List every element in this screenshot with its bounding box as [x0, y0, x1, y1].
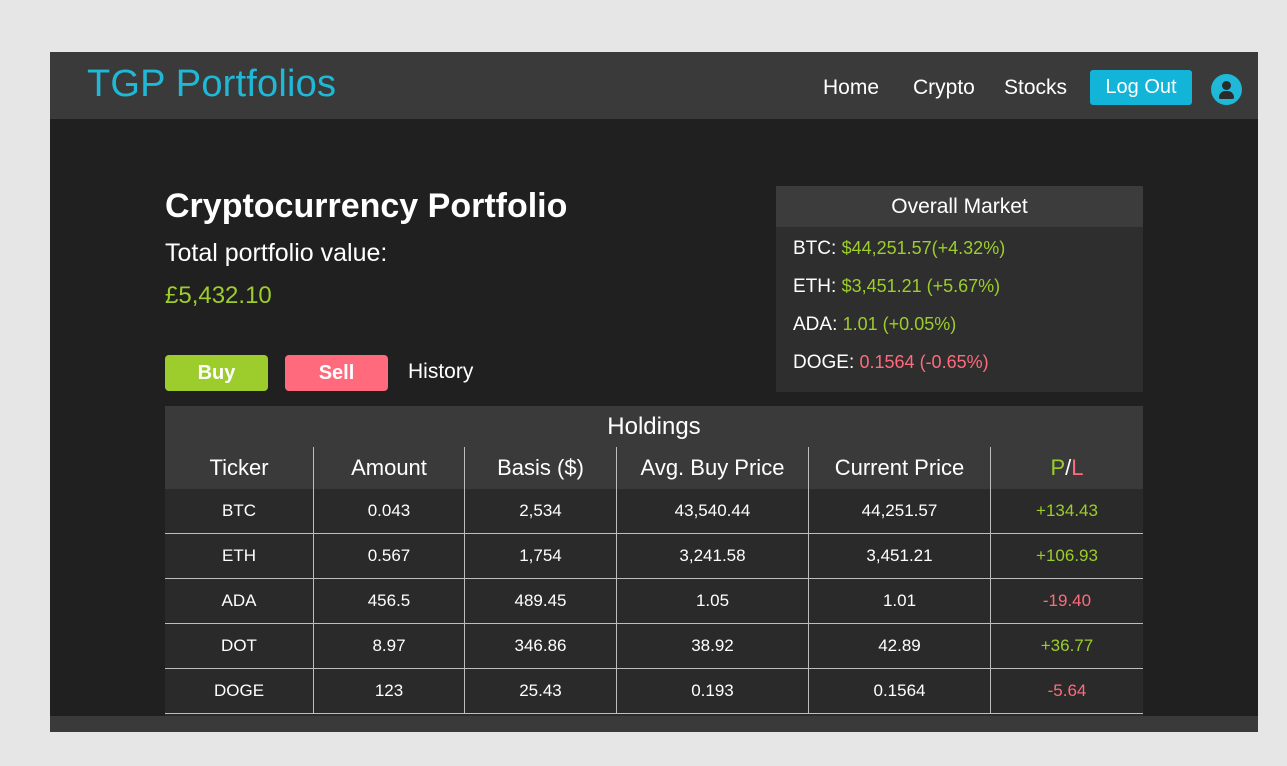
cell-current-price: 44,251.57	[808, 489, 991, 534]
column-header-basis[interactable]: Basis ($)	[464, 447, 617, 489]
portfolio-value-label: Total portfolio value:	[165, 239, 388, 267]
cell-current-price: 1.01	[808, 578, 991, 624]
cell-amount: 0.567	[313, 533, 465, 579]
cell-ticker: BTC	[165, 489, 314, 534]
table-row[interactable]: DOT 8.97 346.86 38.92 42.89 +36.77	[165, 623, 1143, 669]
column-header-avg-buy-price[interactable]: Avg. Buy Price	[616, 447, 809, 489]
cell-basis: 1,754	[464, 533, 617, 579]
market-value: $44,251.57(+4.32%)	[841, 238, 1006, 258]
cell-pl: +106.93	[990, 533, 1143, 579]
column-header-current-price[interactable]: Current Price	[808, 447, 991, 489]
navbar: TGP Portfolios Home Crypto Stocks Log Ou…	[50, 52, 1258, 119]
market-value: 0.1564 (-0.65%)	[859, 352, 989, 372]
table-row[interactable]: BTC 0.043 2,534 43,540.44 44,251.57 +134…	[165, 489, 1143, 534]
market-panel-title: Overall Market	[776, 186, 1143, 227]
market-value: 1.01 (+0.05%)	[842, 314, 957, 334]
cell-ticker: DOT	[165, 623, 314, 669]
cell-avg-buy-price: 3,241.58	[616, 533, 809, 579]
cell-pl: +134.43	[990, 489, 1143, 534]
holdings-title: Holdings	[165, 406, 1143, 447]
user-icon-body	[1219, 91, 1234, 99]
cell-amount: 8.97	[313, 623, 465, 669]
pl-header-l: L	[1071, 455, 1084, 480]
cell-current-price: 0.1564	[808, 668, 991, 714]
market-row-btc: BTC: $44,251.57(+4.32%)	[793, 238, 1005, 260]
market-row-ada: ADA: 1.01 (+0.05%)	[793, 314, 956, 336]
table-row[interactable]: ADA 456.5 489.45 1.05 1.01 -19.40	[165, 578, 1143, 624]
column-header-pl[interactable]: P/L	[990, 447, 1143, 489]
nav-home-link[interactable]: Home	[823, 76, 879, 100]
cell-pl: -19.40	[990, 578, 1143, 624]
pl-header-p: P	[1050, 455, 1066, 480]
cell-avg-buy-price: 1.05	[616, 578, 809, 624]
market-ticker: BTC:	[793, 238, 837, 259]
cell-avg-buy-price: 38.92	[616, 623, 809, 669]
market-ticker: ADA:	[793, 314, 838, 335]
cell-ticker: DOGE	[165, 668, 314, 714]
cell-basis: 25.43	[464, 668, 617, 714]
column-header-ticker[interactable]: Ticker	[165, 447, 314, 489]
user-icon-head	[1222, 81, 1231, 90]
cell-ticker: ETH	[165, 533, 314, 579]
bottom-bar	[50, 716, 1258, 732]
cell-current-price: 3,451.21	[808, 533, 991, 579]
logout-button[interactable]: Log Out	[1090, 70, 1192, 105]
cell-basis: 2,534	[464, 489, 617, 534]
cell-pl: +36.77	[990, 623, 1143, 669]
cell-basis: 346.86	[464, 623, 617, 669]
cell-avg-buy-price: 43,540.44	[616, 489, 809, 534]
column-header-amount[interactable]: Amount	[313, 447, 465, 489]
market-row-doge: DOGE: 0.1564 (-0.65%)	[793, 352, 989, 374]
table-row[interactable]: ETH 0.567 1,754 3,241.58 3,451.21 +106.9…	[165, 533, 1143, 579]
holdings-table-panel: Holdings Ticker Amount Basis ($) Avg. Bu…	[165, 406, 1143, 716]
history-link[interactable]: History	[408, 360, 473, 384]
sell-button[interactable]: Sell	[285, 355, 388, 391]
market-row-eth: ETH: $3,451.21 (+5.67%)	[793, 276, 1000, 298]
market-value: $3,451.21 (+5.67%)	[841, 276, 1001, 296]
cell-amount: 456.5	[313, 578, 465, 624]
holdings-header-row: Ticker Amount Basis ($) Avg. Buy Price C…	[165, 447, 1143, 489]
overall-market-panel: Overall Market BTC: $44,251.57(+4.32%) E…	[776, 186, 1143, 392]
table-row[interactable]: DOGE 123 25.43 0.193 0.1564 -5.64	[165, 668, 1143, 714]
nav-crypto-link[interactable]: Crypto	[913, 76, 975, 100]
cell-pl: -5.64	[990, 668, 1143, 714]
cell-avg-buy-price: 0.193	[616, 668, 809, 714]
cell-basis: 489.45	[464, 578, 617, 624]
brand-logo[interactable]: TGP Portfolios	[87, 63, 336, 106]
nav-stocks-link[interactable]: Stocks	[1004, 76, 1067, 100]
buy-button[interactable]: Buy	[165, 355, 268, 391]
portfolio-total-value: £5,432.10	[165, 282, 272, 309]
cell-current-price: 42.89	[808, 623, 991, 669]
market-ticker: ETH:	[793, 276, 837, 297]
app-window: TGP Portfolios Home Crypto Stocks Log Ou…	[50, 52, 1258, 732]
cell-amount: 0.043	[313, 489, 465, 534]
page-title: Cryptocurrency Portfolio	[165, 187, 568, 225]
holdings-table: Ticker Amount Basis ($) Avg. Buy Price C…	[165, 447, 1143, 714]
user-account-icon[interactable]	[1211, 74, 1242, 105]
market-ticker: DOGE:	[793, 352, 855, 373]
cell-amount: 123	[313, 668, 465, 714]
cell-ticker: ADA	[165, 578, 314, 624]
